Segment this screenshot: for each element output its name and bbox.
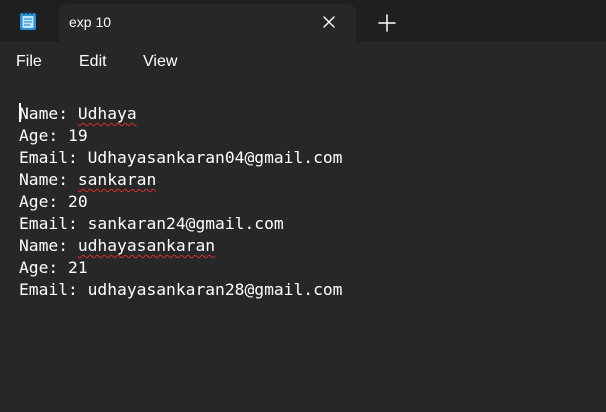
field-label: Name:	[19, 236, 78, 255]
text-line: Age: 20	[19, 191, 342, 213]
text-line: Name: sankaran	[19, 169, 342, 191]
field-label: Email:	[19, 280, 88, 299]
close-icon[interactable]	[320, 13, 338, 31]
field-label: Age:	[19, 126, 69, 145]
field-label: Name:	[19, 104, 78, 123]
tab-strip: exp 10	[0, 0, 606, 42]
field-value: udhayasankaran28@gmail.com	[87, 280, 343, 299]
text-line: Name: Udhaya	[19, 103, 342, 125]
field-value: 19	[68, 126, 88, 145]
field-value: 20	[68, 192, 88, 211]
field-label: Age:	[19, 192, 69, 211]
text-editor[interactable]: Name: Udhaya Age: 19 Email: Udhayasankaran…	[0, 82, 606, 412]
menu-edit[interactable]: Edit	[79, 53, 107, 71]
field-value: sankaran	[77, 170, 157, 189]
text-line: Email: Udhayasankaran04@gmail.com	[19, 147, 342, 169]
document-text[interactable]: Name: Udhaya Age: 19 Email: Udhayasankaran…	[19, 103, 342, 301]
text-line: Age: 21	[19, 257, 342, 279]
field-value: 21	[68, 258, 88, 277]
field-label: Age:	[19, 258, 69, 277]
text-line: Email: udhayasankaran28@gmail.com	[19, 279, 342, 301]
field-label: Email:	[19, 148, 88, 167]
text-caret	[19, 103, 21, 122]
notepad-window: exp 10 File Edit View Name: Udhaya Age: 1…	[0, 0, 606, 412]
field-value: Udhayasankaran04@gmail.com	[87, 148, 343, 167]
menu-file[interactable]: File	[16, 53, 42, 71]
field-value: udhayasankaran	[77, 236, 216, 255]
text-line: Age: 19	[19, 125, 342, 147]
notepad-icon	[20, 10, 36, 30]
menu-bar: File Edit View	[0, 42, 606, 82]
field-label: Email:	[19, 214, 88, 233]
tab-document[interactable]: exp 10	[59, 4, 356, 42]
field-value: sankaran24@gmail.com	[87, 214, 284, 233]
field-label: Name:	[19, 170, 78, 189]
text-line: Email: sankaran24@gmail.com	[19, 213, 342, 235]
field-value: Udhaya	[77, 104, 137, 123]
text-line: Name: udhayasankaran	[19, 235, 342, 257]
tab-title: exp 10	[69, 14, 112, 30]
plus-icon[interactable]	[376, 12, 398, 34]
menu-view[interactable]: View	[143, 53, 177, 71]
